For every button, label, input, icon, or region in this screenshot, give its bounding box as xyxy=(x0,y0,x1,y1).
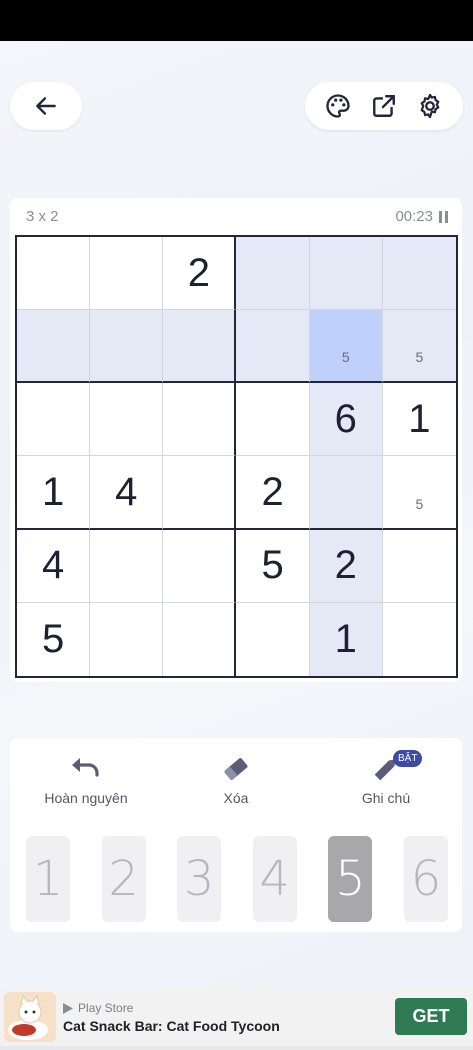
cell-value: 1 xyxy=(408,396,431,441)
notes-status-badge: BẬT xyxy=(393,750,423,767)
ad-store: Play Store xyxy=(63,1001,133,1015)
number-key-5[interactable]: 5 xyxy=(328,836,373,922)
grid-cell[interactable] xyxy=(17,310,91,384)
grid-cell[interactable] xyxy=(17,383,91,457)
grid-cell[interactable] xyxy=(90,602,164,676)
grid-cell[interactable] xyxy=(309,456,383,530)
cell-value: 2 xyxy=(334,543,357,588)
status-bar xyxy=(0,0,473,41)
grid-cell[interactable] xyxy=(382,237,456,311)
cell-value: 6 xyxy=(334,396,357,441)
timer-text: 00:23 xyxy=(395,208,433,225)
grid-cell[interactable] xyxy=(236,237,310,311)
sudoku-grid: 2 5 5 6 1 1 4 2 5 4 5 2 5 1 xyxy=(15,235,458,678)
erase-button[interactable]: Xóa xyxy=(176,752,296,806)
grid-cell[interactable] xyxy=(17,237,91,311)
eraser-icon xyxy=(221,752,251,786)
grid-cell[interactable] xyxy=(383,603,456,676)
pause-icon[interactable] xyxy=(439,210,448,223)
gear-icon[interactable] xyxy=(414,90,446,122)
grid-cell[interactable] xyxy=(90,383,164,457)
cell-value: 1 xyxy=(41,469,65,514)
grid-cell[interactable]: 2 xyxy=(163,237,237,311)
grid-cell[interactable]: 4 xyxy=(90,456,164,530)
grid-cell[interactable] xyxy=(163,529,237,603)
undo-icon xyxy=(69,752,103,786)
grid-cell[interactable]: 2 xyxy=(309,529,383,603)
grid-cell[interactable]: 2 xyxy=(236,456,310,530)
cell-value: 4 xyxy=(115,469,138,514)
palette-icon[interactable] xyxy=(322,90,354,122)
number-key-3[interactable]: 3 xyxy=(177,836,222,922)
grid-cell[interactable]: 1 xyxy=(17,456,91,530)
grid-cell[interactable]: 5 xyxy=(236,529,310,603)
cell-value: 5 xyxy=(261,543,284,588)
grid-cell[interactable] xyxy=(163,602,237,676)
timer[interactable]: 00:23 xyxy=(395,208,448,225)
grid-cell[interactable] xyxy=(382,530,456,603)
cell-value: 2 xyxy=(261,469,284,514)
share-external-icon[interactable] xyxy=(368,90,400,122)
pencil-icon: BẬT xyxy=(371,750,423,786)
grid-cell[interactable] xyxy=(236,310,310,384)
grid-cell[interactable]: 1 xyxy=(382,383,456,457)
undo-label: Hoàn nguyên xyxy=(44,790,128,806)
grid-cell[interactable] xyxy=(236,383,310,457)
grid-cell[interactable]: 1 xyxy=(309,602,383,676)
board-size-label: 3 x 2 xyxy=(26,208,59,225)
cell-value: 2 xyxy=(187,250,211,295)
erase-label: Xóa xyxy=(223,790,249,806)
cell-value: 5 xyxy=(41,616,65,661)
notes-label: Ghi chú xyxy=(361,790,411,806)
notes-button[interactable]: BẬT Ghi chú xyxy=(326,750,446,806)
grid-cell[interactable] xyxy=(163,456,237,530)
cell-note: 5 xyxy=(415,495,424,512)
grid-cell[interactable]: 5 xyxy=(309,310,383,384)
number-key-2[interactable]: 2 xyxy=(101,836,146,922)
arrow-left-icon xyxy=(30,90,62,122)
number-key-1[interactable]: 1 xyxy=(26,836,70,922)
grid-cell[interactable] xyxy=(163,310,237,384)
grid-cell[interactable]: 5 xyxy=(382,456,456,530)
number-key-6[interactable]: 6 xyxy=(403,836,448,922)
undo-button[interactable]: Hoàn nguyên xyxy=(26,752,146,806)
number-key-4[interactable]: 4 xyxy=(252,836,297,922)
grid-cell[interactable] xyxy=(90,310,164,384)
controls-card: Hoàn nguyên Xóa BẬT Ghi chú 123456 xyxy=(10,738,462,932)
ad-app-icon[interactable] xyxy=(4,992,56,1042)
grid-cell[interactable] xyxy=(309,237,383,311)
cell-value: 4 xyxy=(41,543,65,588)
ad-store-label: Play Store xyxy=(78,1001,134,1015)
number-pad: 123456 xyxy=(26,836,448,924)
back-button[interactable] xyxy=(10,82,82,130)
grid-cell[interactable] xyxy=(163,383,237,457)
grid-cell[interactable]: 5 xyxy=(382,310,456,384)
ad-get-button[interactable]: GET xyxy=(395,998,467,1035)
grid-cell[interactable] xyxy=(90,237,164,311)
play-store-icon xyxy=(63,1002,73,1014)
toolbar xyxy=(305,82,463,130)
ad-title[interactable]: Cat Snack Bar: Cat Food Tycoon xyxy=(63,1018,280,1034)
grid-cell[interactable]: 5 xyxy=(17,602,91,676)
cell-note: 5 xyxy=(341,349,350,366)
grid-cell[interactable] xyxy=(236,602,310,676)
cell-note: 5 xyxy=(415,349,424,366)
grid-cell[interactable] xyxy=(90,529,164,603)
grid-cell[interactable]: 4 xyxy=(17,529,91,603)
grid-cell[interactable]: 6 xyxy=(309,383,383,457)
navigation-bar xyxy=(0,1046,473,1050)
cell-value: 1 xyxy=(334,616,357,661)
